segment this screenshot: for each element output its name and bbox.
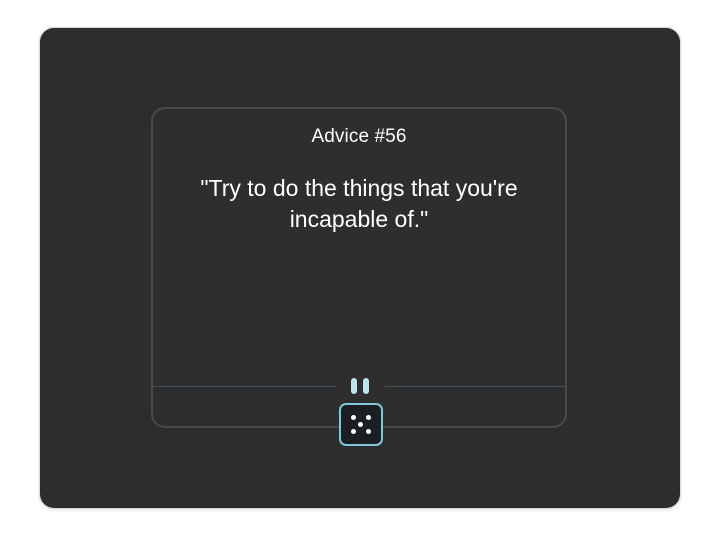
dice-pip bbox=[351, 429, 356, 434]
dice-pip bbox=[366, 415, 371, 420]
dice-pip bbox=[351, 415, 356, 420]
advice-title: Advice #56 bbox=[311, 126, 407, 147]
new-advice-dice-button[interactable] bbox=[339, 403, 383, 446]
advice-card: Advice #56 "Try to do the things that yo… bbox=[151, 107, 567, 446]
dice-pip bbox=[358, 422, 363, 427]
dice-pip bbox=[366, 429, 371, 434]
divider-left bbox=[153, 386, 336, 387]
advice-quote: "Try to do the things that you're incapa… bbox=[200, 175, 518, 232]
pause-icon bbox=[350, 378, 372, 395]
pause-bar-right bbox=[363, 378, 369, 394]
divider-right bbox=[385, 386, 567, 387]
pause-bar-left bbox=[351, 378, 357, 394]
